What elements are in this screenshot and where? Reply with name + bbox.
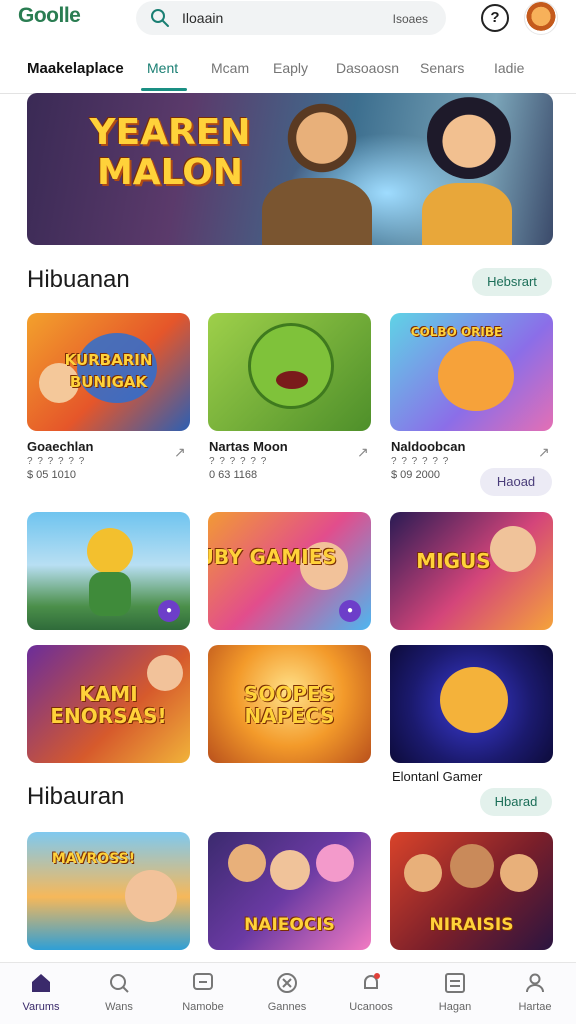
card-art-character (440, 667, 508, 733)
game-card[interactable]: KAMI ENORSAS! (27, 645, 190, 763)
nav-label: Namobe (182, 1001, 224, 1013)
card-art-title: KURBARIN BUNIGAK (64, 351, 153, 391)
game-card[interactable]: MAVROSS! (27, 832, 190, 950)
card-art-title: KAMI ENORSAS! (50, 682, 167, 728)
active-tab-indicator (141, 88, 187, 91)
nav-item-notifications[interactable]: Ucanoos (330, 971, 412, 1013)
controller-badge-icon: ● (158, 600, 180, 622)
card-art-character (316, 844, 354, 882)
banner-character-girl-body (422, 183, 512, 245)
bear-avatar-icon[interactable] (524, 1, 558, 35)
game-card[interactable]: SOOPES NAPECS (208, 645, 371, 763)
pin-icon[interactable]: ↗ (538, 444, 550, 461)
card-art-character (87, 528, 133, 574)
game-card[interactable]: NAIEOCIS (208, 832, 371, 950)
row-action-button[interactable]: Haoad (480, 468, 552, 496)
game-card[interactable] (390, 645, 553, 763)
gamepad-icon (277, 973, 297, 993)
section-2-action-button[interactable]: Hbarad (480, 788, 552, 816)
card-art-character (270, 850, 310, 890)
pin-icon[interactable]: ↗ (174, 444, 186, 461)
card-art-title: MAVROSS! (51, 851, 136, 867)
game-card[interactable]: ● (27, 512, 190, 630)
game-meta: $ 09 2000 (391, 469, 440, 481)
nav-item-games[interactable]: Gannes (246, 971, 328, 1013)
hero-banner[interactable]: YEAREN MALON (27, 93, 553, 245)
search-bar[interactable]: Iloaain Isoaes (136, 1, 446, 35)
banner-character-boy (282, 98, 362, 178)
nav-label: Hartae (518, 1001, 552, 1013)
card-caption: Elontanl Gamer (392, 769, 483, 784)
top-bar: Goolle Iloaain Isoaes ? (0, 0, 576, 40)
nav-item-profile[interactable]: Hartae (494, 971, 576, 1013)
game-card[interactable] (208, 313, 371, 431)
nav-item-chat[interactable]: Namobe (162, 971, 244, 1013)
nav-item-home[interactable]: Varums (0, 971, 82, 1013)
game-title[interactable]: Goaechlan (27, 439, 93, 454)
game-meta: 0 63 1168 (209, 469, 258, 481)
card-art-character (500, 854, 538, 892)
card-art-title: NAIEOCIS (244, 915, 335, 935)
game-rating: ? ? ? ? ? ? (391, 456, 450, 467)
nav-label: Hagan (438, 1001, 472, 1013)
banner-character-girl (427, 95, 511, 179)
card-art-body (89, 572, 131, 616)
profile-icon (526, 973, 544, 993)
tab-senars[interactable]: Senars (420, 60, 464, 76)
card-art-character (228, 844, 266, 882)
section-1-action-button[interactable]: Hebsrart (472, 268, 552, 296)
card-art-title: COLBO ORIBE (410, 325, 503, 339)
controller-badge-icon: ● (339, 600, 361, 622)
bottom-navigation: Varums Wans Namobe Gannes Ucanoos Hagan … (0, 962, 576, 1024)
game-title[interactable]: Naldoobcan (391, 439, 465, 454)
tab-marketplace[interactable]: Maakelaplace (27, 60, 124, 77)
section-title-2: Hibauran (27, 783, 125, 810)
nav-label: Varums (22, 1001, 60, 1013)
banner-character-body (262, 178, 372, 245)
card-art-title: RUBY GAMIES (208, 545, 337, 569)
nav-label: Ucanoos (349, 1001, 393, 1013)
tab-eaply[interactable]: Eaply (273, 60, 308, 76)
notification-icon (364, 973, 380, 989)
category-tabs: Maakelaplace Ment Mcam Eaply Dasoaosn Se… (0, 50, 576, 94)
nav-label: Wans (105, 1001, 133, 1013)
chat-icon (193, 973, 213, 990)
nav-item-list[interactable]: Hagan (414, 971, 496, 1013)
game-rating: ? ? ? ? ? ? (209, 456, 268, 467)
card-art-character (450, 844, 494, 888)
game-title[interactable]: Nartas Moon (209, 439, 288, 454)
search-input[interactable]: Iloaain (182, 10, 223, 26)
tab-ment[interactable]: Ment (147, 60, 178, 76)
card-art-mouth (276, 371, 308, 389)
list-icon (445, 973, 465, 993)
home-icon (32, 974, 50, 992)
game-card[interactable]: KURBARIN BUNIGAK (27, 313, 190, 431)
card-art-character (248, 323, 334, 409)
search-icon (110, 974, 129, 993)
search-scope-label: Isoaes (392, 12, 428, 26)
search-icon (151, 9, 169, 27)
game-meta: $ 05 1010 (27, 469, 76, 481)
tab-dasoaosn[interactable]: Dasoaosn (336, 60, 399, 76)
tab-iadie[interactable]: Iadie (494, 60, 524, 76)
card-art-character (404, 854, 442, 892)
help-icon[interactable]: ? (481, 4, 509, 32)
pin-icon[interactable]: ↗ (357, 444, 369, 461)
nav-item-search[interactable]: Wans (78, 971, 160, 1013)
game-card[interactable]: NIRAISIS (390, 832, 553, 950)
card-art-title: MIGUS (416, 549, 491, 573)
game-card[interactable]: COLBO ORIBE (390, 313, 553, 431)
nav-label: Gannes (267, 1001, 307, 1013)
game-rating: ? ? ? ? ? ? (27, 456, 86, 467)
card-art-title: SOOPES NAPECS (243, 682, 336, 728)
tab-mcam[interactable]: Mcam (211, 60, 249, 76)
card-art-title: NIRAISIS (429, 915, 514, 935)
banner-title: YEAREN MALON (89, 112, 251, 193)
card-art-character (438, 341, 514, 411)
game-card[interactable]: MIGUS (390, 512, 553, 630)
game-card[interactable]: RUBY GAMIES ● (208, 512, 371, 630)
card-art-character (125, 870, 177, 922)
section-title-1: Hibuanan (27, 266, 130, 293)
app-logo[interactable]: Goolle (18, 4, 81, 28)
